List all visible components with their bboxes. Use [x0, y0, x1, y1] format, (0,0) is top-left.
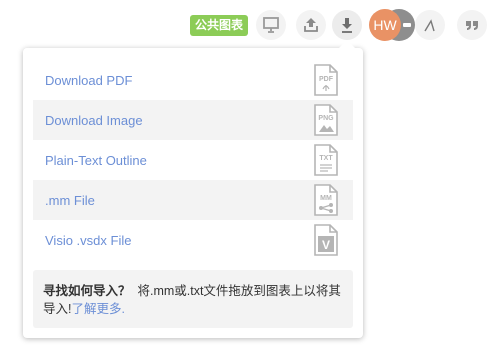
app-page: 公共图表 HW Download PDF PDF Download Image …	[0, 0, 500, 349]
plain-text-outline-item[interactable]: Plain-Text Outline TXT	[33, 140, 353, 180]
visio-file-icon: V	[313, 223, 339, 257]
mm-file-item[interactable]: .mm File MM	[33, 180, 353, 220]
visio-vsdx-file-item[interactable]: Visio .vsdx File V	[33, 220, 353, 260]
download-pdf-item[interactable]: Download PDF PDF	[33, 60, 353, 100]
svg-text:PNG: PNG	[318, 115, 334, 122]
upload-icon	[302, 16, 320, 34]
download-image-item[interactable]: Download Image PNG	[33, 100, 353, 140]
svg-text:V: V	[322, 238, 330, 252]
dropdown-caret	[339, 40, 355, 48]
import-help-box: 寻找如何导入？ 将.mm或.txt文件拖放到图表上以将其导入!了解更多.	[33, 270, 353, 328]
import-help-title: 寻找如何导入？	[43, 284, 131, 298]
collaborators-avatars[interactable]: HW	[369, 8, 415, 42]
line-tool-button[interactable]	[415, 10, 445, 40]
svg-text:MM: MM	[320, 195, 332, 202]
download-button[interactable]	[332, 10, 362, 40]
svg-text:TXT: TXT	[319, 155, 333, 162]
download-icon	[338, 16, 356, 34]
import-help-text: 寻找如何导入？ 将.mm或.txt文件拖放到图表上以将其导入!了解更多.	[43, 282, 349, 318]
learn-more-link[interactable]: 了解更多.	[71, 302, 124, 316]
plain-text-outline-label: Plain-Text Outline	[45, 152, 147, 168]
mm-file-label: .mm File	[45, 192, 95, 208]
download-image-label: Download Image	[45, 112, 143, 128]
upload-button[interactable]	[296, 10, 326, 40]
mm-file-icon: MM	[313, 183, 339, 217]
visio-vsdx-file-label: Visio .vsdx File	[45, 232, 132, 248]
present-button[interactable]	[256, 10, 286, 40]
pdf-file-icon: PDF	[313, 63, 339, 97]
export-dropdown: Download PDF PDF Download Image PNG Plai…	[23, 40, 363, 338]
svg-text:PDF: PDF	[319, 76, 334, 83]
png-file-icon: PNG	[313, 103, 339, 137]
line-tool-icon	[421, 16, 439, 34]
txt-file-icon: TXT	[313, 143, 339, 177]
user-avatar[interactable]: HW	[369, 9, 401, 41]
public-diagram-badge[interactable]: 公共图表	[190, 15, 249, 36]
quote-icon	[463, 16, 481, 34]
download-pdf-label: Download PDF	[45, 72, 133, 88]
present-icon	[262, 16, 280, 34]
comments-button[interactable]	[457, 10, 487, 40]
